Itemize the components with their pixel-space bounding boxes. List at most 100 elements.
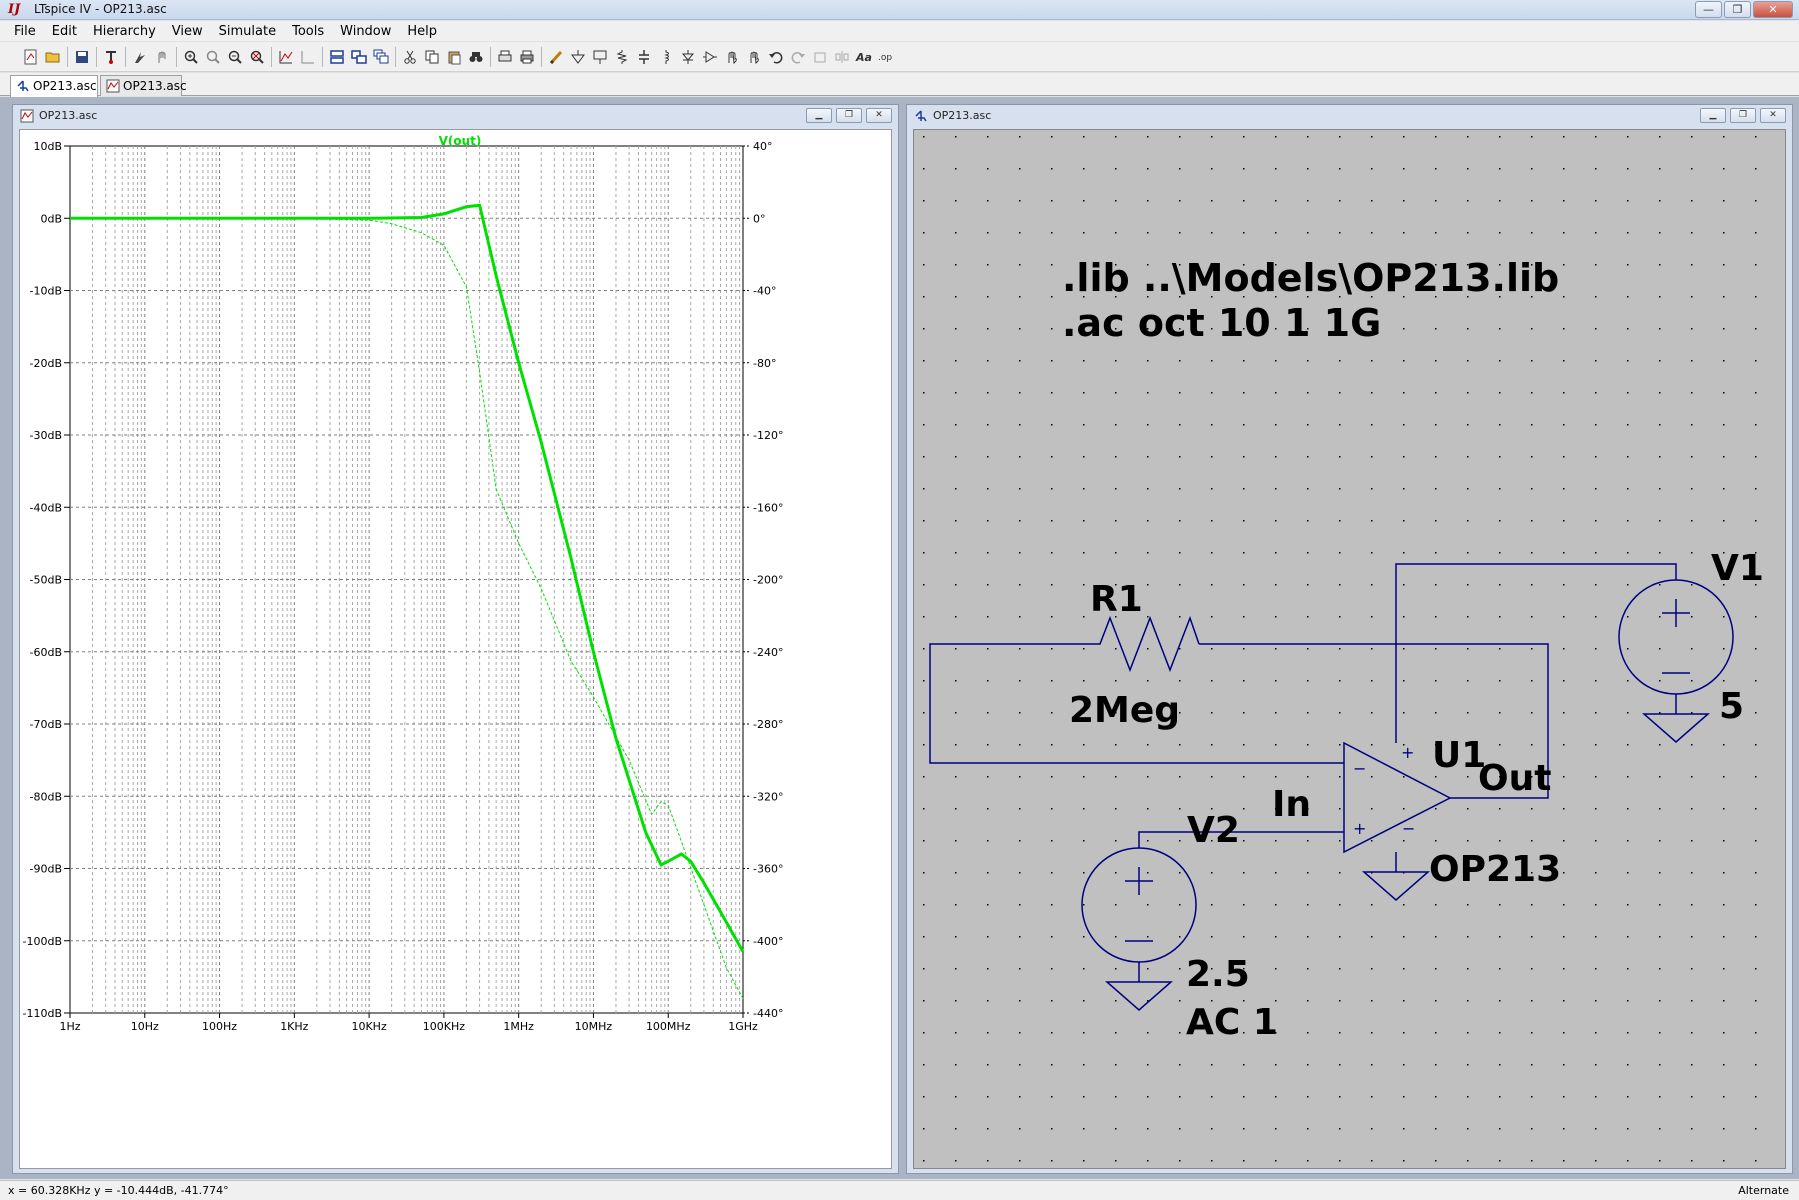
- zoom-pan-icon[interactable]: [202, 46, 224, 68]
- u1-noninverting-pin: +: [1353, 819, 1366, 838]
- v1-value[interactable]: 5: [1719, 686, 1744, 727]
- window-title: LTspice IV - OP213.asc: [34, 2, 167, 16]
- ltspice-logo-icon: IJ: [8, 2, 21, 17]
- v2-reference[interactable]: V2: [1187, 810, 1240, 851]
- new-schematic-icon[interactable]: [20, 46, 42, 68]
- redo-icon[interactable]: [787, 46, 809, 68]
- drag-icon[interactable]: [743, 46, 765, 68]
- component-icon[interactable]: [699, 46, 721, 68]
- plot-tab-icon: [106, 79, 120, 96]
- inductor-icon[interactable]: [655, 46, 677, 68]
- schematic-drawing[interactable]: .lib ..\Models\OP213.lib .ac oct 10 1 1G…: [914, 130, 1785, 1168]
- spice-directive-icon[interactable]: .op: [875, 46, 897, 68]
- menu-file[interactable]: File: [6, 21, 44, 41]
- menu-hierarchy[interactable]: Hierarchy: [85, 21, 164, 41]
- y-tick-label: -20dB: [30, 357, 63, 370]
- r1-reference[interactable]: R1: [1090, 579, 1143, 620]
- spice-directive-lib[interactable]: .lib ..\Models\OP213.lib: [1062, 256, 1559, 300]
- mdi-workspace: OP213.asc ▁ ❐ ✕ V(out) 10dB 0dB -10dB -20dB…: [0, 97, 1799, 1179]
- menu-view[interactable]: View: [164, 21, 211, 41]
- draw-wire-icon[interactable]: [545, 46, 567, 68]
- y2-tick-label: -400°: [753, 935, 783, 948]
- text-icon[interactable]: Aa: [853, 46, 875, 68]
- menu-tools[interactable]: Tools: [284, 21, 332, 41]
- y2-tick-label: -80°: [753, 357, 776, 370]
- restore-button[interactable]: ❐: [1724, 1, 1751, 18]
- waveform-plot-area[interactable]: V(out) 10dB 0dB -10dB -20dB -30dB -40dB -50dB -…: [19, 129, 892, 1169]
- x-tick-label: 1MHz: [503, 1020, 534, 1033]
- waveform-close-button[interactable]: ✕: [866, 108, 892, 123]
- v1-reference[interactable]: V1: [1711, 548, 1764, 589]
- move-icon[interactable]: [721, 46, 743, 68]
- schematic-window-title: OP213.asc: [933, 109, 992, 122]
- x-tick-label: 10KHz: [351, 1020, 386, 1033]
- schematic-window[interactable]: OP213.asc ▁ ❐ ✕ .lib ..\Models\OP213.lib…: [906, 104, 1793, 1174]
- paste-icon[interactable]: [443, 46, 465, 68]
- schematic-restore-button[interactable]: ❐: [1730, 108, 1756, 123]
- waveform-window-titlebar[interactable]: OP213.asc ▁ ❐ ✕: [13, 105, 898, 127]
- print-setup-icon[interactable]: [494, 46, 516, 68]
- u1-value[interactable]: OP213: [1429, 849, 1561, 890]
- schematic-close-button[interactable]: ✕: [1760, 108, 1786, 123]
- u1-inverting-pin: −: [1353, 759, 1366, 778]
- y-tick-label: -60dB: [30, 646, 63, 659]
- waveform-restore-button[interactable]: ❐: [836, 108, 862, 123]
- menu-edit[interactable]: Edit: [44, 21, 85, 41]
- x-tick-label: 1KHz: [280, 1020, 308, 1033]
- spice-directive-ac[interactable]: .ac oct 10 1 1G: [1062, 301, 1381, 345]
- menu-window[interactable]: Window: [332, 21, 399, 41]
- rotate-icon[interactable]: [809, 46, 831, 68]
- resistor-icon[interactable]: [611, 46, 633, 68]
- menu-simulate[interactable]: Simulate: [211, 21, 284, 41]
- minimize-button[interactable]: —: [1695, 1, 1722, 18]
- u1-vplus-pin: +: [1401, 743, 1414, 762]
- tile-horizontal-icon[interactable]: [326, 46, 348, 68]
- net-label-in[interactable]: In: [1272, 784, 1311, 825]
- capacitor-icon[interactable]: [633, 46, 655, 68]
- mirror-icon[interactable]: [831, 46, 853, 68]
- r1-value[interactable]: 2Meg: [1069, 690, 1180, 731]
- save-icon[interactable]: [71, 46, 93, 68]
- x-tick-label: 10MHz: [575, 1020, 613, 1033]
- cut-icon[interactable]: [399, 46, 421, 68]
- close-button[interactable]: ✕: [1753, 1, 1793, 18]
- find-icon[interactable]: [465, 46, 487, 68]
- control-panel-icon[interactable]: [100, 46, 122, 68]
- waveform-minimize-button[interactable]: ▁: [806, 108, 832, 123]
- bode-plot[interactable]: V(out) 10dB 0dB -10dB -20dB -30dB -40dB -50dB -…: [20, 130, 891, 1168]
- zoom-in-icon[interactable]: [180, 46, 202, 68]
- schematic-minimize-button[interactable]: ▁: [1700, 108, 1726, 123]
- tile-vertical-icon[interactable]: [348, 46, 370, 68]
- ground-icon[interactable]: [567, 46, 589, 68]
- autorange-icon[interactable]: [275, 46, 297, 68]
- schematic-window-icon: [914, 109, 928, 126]
- tab-schematic[interactable]: OP213.asc: [10, 75, 98, 97]
- y-tick-label: -30dB: [30, 429, 63, 442]
- v2-ac-value[interactable]: AC 1: [1186, 1002, 1278, 1043]
- plot-window-icon: [20, 109, 34, 126]
- v2-value[interactable]: 2.5: [1186, 954, 1250, 995]
- menu-help[interactable]: Help: [399, 21, 445, 41]
- x-tick-label: 1Hz: [59, 1020, 80, 1033]
- zoom-fit-icon[interactable]: [246, 46, 268, 68]
- y2-tick-label: 0°: [753, 212, 766, 225]
- label-net-icon[interactable]: [589, 46, 611, 68]
- schematic-canvas[interactable]: .lib ..\Models\OP213.lib .ac oct 10 1 1G…: [913, 129, 1786, 1169]
- diode-icon[interactable]: [677, 46, 699, 68]
- run-icon[interactable]: [129, 46, 151, 68]
- zoom-out-icon[interactable]: [224, 46, 246, 68]
- undo-icon[interactable]: [765, 46, 787, 68]
- y2-tick-label: -160°: [753, 501, 783, 514]
- cascade-icon[interactable]: [370, 46, 392, 68]
- tab-plot[interactable]: OP213.asc: [100, 75, 187, 96]
- schematic-window-titlebar[interactable]: OP213.asc ▁ ❐ ✕: [907, 105, 1792, 127]
- x-tick-label: 100KHz: [423, 1020, 465, 1033]
- copy-icon[interactable]: [421, 46, 443, 68]
- open-icon[interactable]: [42, 46, 64, 68]
- waveform-window[interactable]: OP213.asc ▁ ❐ ✕ V(out) 10dB 0dB -10dB -20dB…: [12, 104, 899, 1174]
- trace-legend-label[interactable]: V(out): [439, 134, 482, 148]
- halt-icon[interactable]: [151, 46, 173, 68]
- clear-plot-icon[interactable]: [297, 46, 319, 68]
- net-label-out[interactable]: Out: [1478, 758, 1551, 799]
- print-icon[interactable]: [516, 46, 538, 68]
